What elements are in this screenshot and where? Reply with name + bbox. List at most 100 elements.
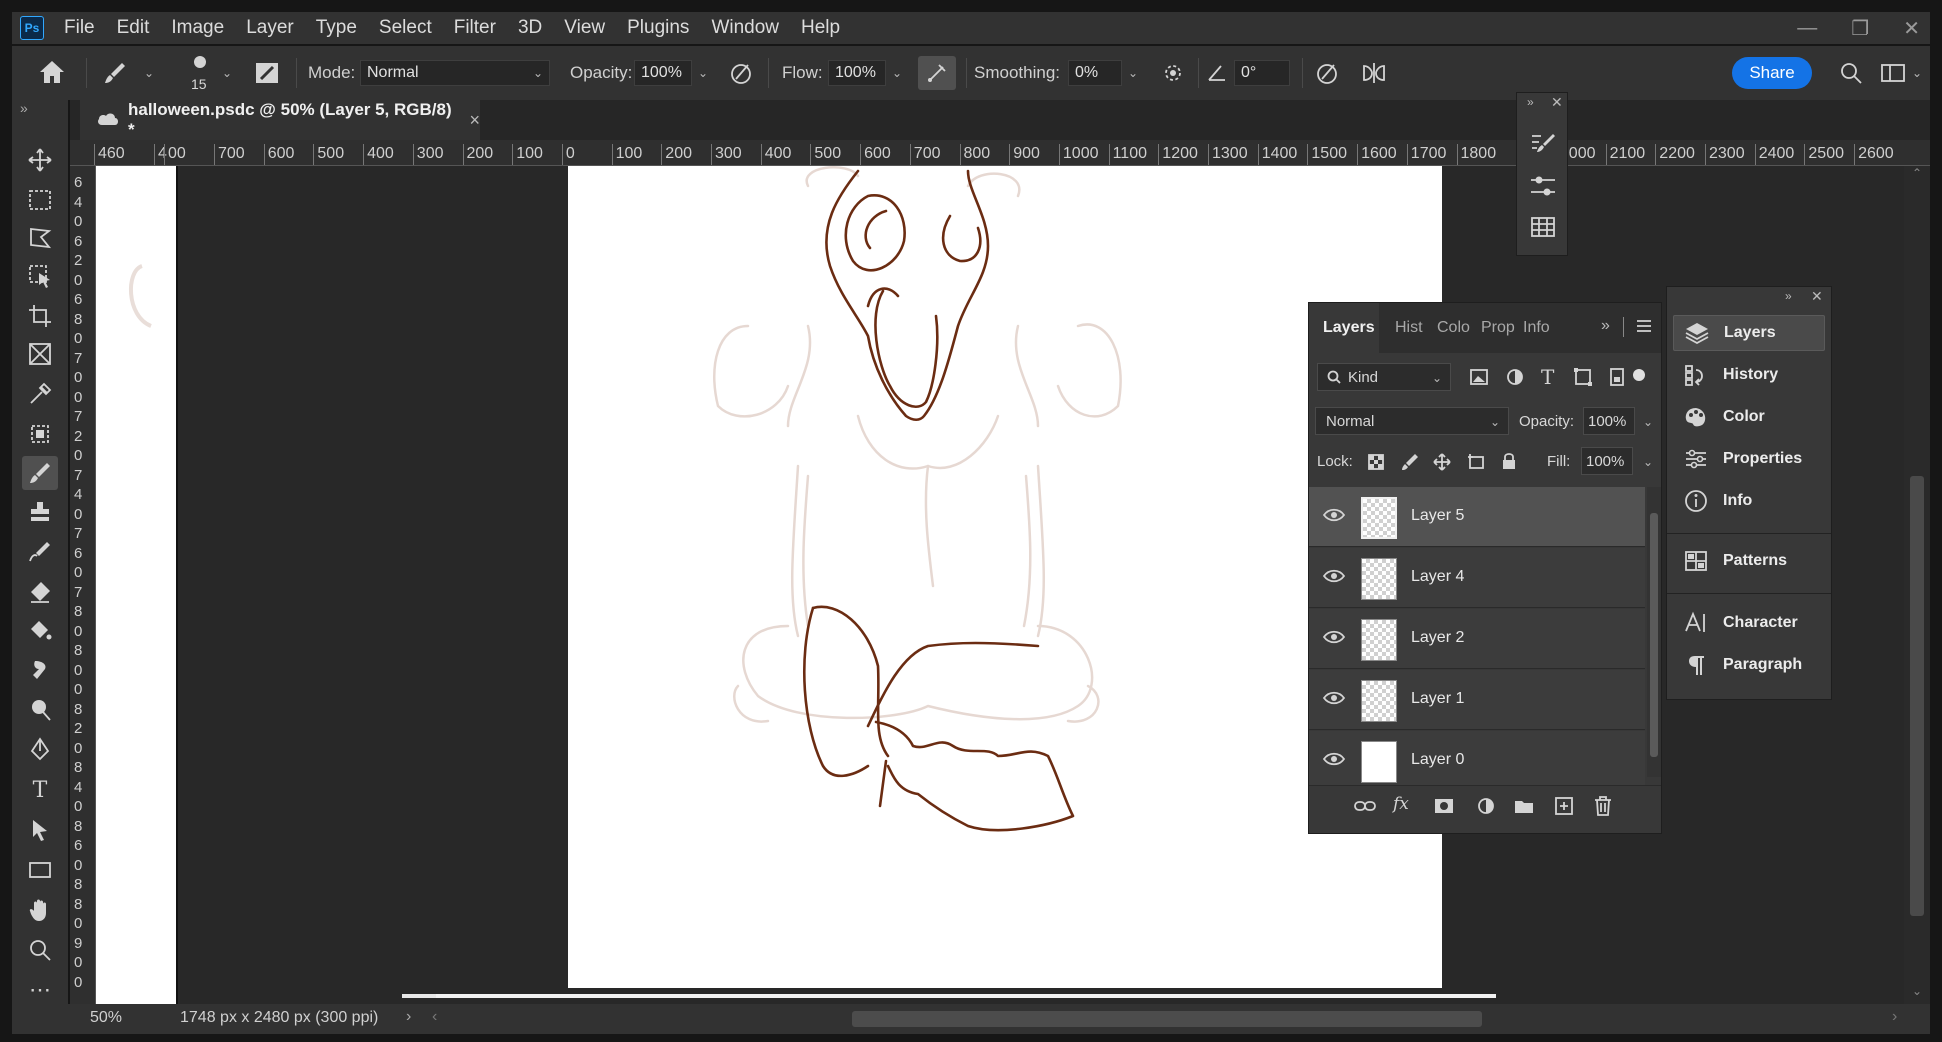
new-group-icon[interactable]	[1513, 796, 1535, 820]
pen-tool-icon[interactable]	[26, 736, 54, 764]
layer-opacity-input[interactable]: 100%	[1583, 407, 1635, 435]
brush-settings-panel-icon[interactable]	[1529, 131, 1557, 161]
link-layers-icon[interactable]	[1353, 796, 1377, 820]
search-icon[interactable]	[1838, 60, 1864, 90]
brush-tip-icon[interactable]	[192, 54, 208, 74]
chevron-down-icon[interactable]: ⌄	[892, 66, 902, 80]
paint-bucket-tool-icon[interactable]	[26, 616, 54, 644]
pressure-size-icon[interactable]	[1314, 60, 1340, 90]
airbrush-icon[interactable]	[918, 56, 956, 90]
panel-menu-icon[interactable]	[1635, 317, 1653, 339]
tab-history[interactable]: Hist	[1395, 319, 1423, 337]
visibility-eye-icon[interactable]	[1322, 507, 1346, 527]
workspace-icon[interactable]	[1880, 62, 1906, 88]
lock-artboard-icon[interactable]	[1467, 453, 1487, 475]
zoom-tool-icon[interactable]	[26, 936, 54, 964]
smudge-tool-icon[interactable]	[26, 656, 54, 684]
home-icon[interactable]	[38, 59, 66, 89]
menu-help[interactable]: Help	[801, 17, 840, 39]
scroll-down-icon[interactable]: ⌄	[1912, 984, 1922, 998]
dock-color[interactable]: Color	[1673, 399, 1825, 435]
filter-toggle-icon[interactable]	[1633, 369, 1645, 381]
gear-icon[interactable]	[1160, 60, 1186, 90]
dock-properties[interactable]: Properties	[1673, 441, 1825, 477]
scroll-left-icon[interactable]: ‹	[432, 1008, 437, 1026]
menu-edit[interactable]: Edit	[117, 17, 150, 39]
layers-scrollbar[interactable]	[1647, 487, 1661, 777]
chevron-down-icon[interactable]: ⌄	[1912, 66, 1922, 80]
dock-character[interactable]: Character	[1673, 605, 1825, 641]
status-arrow-icon[interactable]: ›	[406, 1008, 411, 1026]
chevron-down-icon[interactable]: ⌄	[222, 66, 232, 80]
symmetry-icon[interactable]	[1360, 60, 1388, 90]
menu-view[interactable]: View	[564, 17, 605, 39]
adjustments-panel-icon[interactable]	[1529, 173, 1557, 203]
delete-layer-icon[interactable]	[1593, 795, 1613, 821]
rectangle-tool-icon[interactable]	[26, 856, 54, 884]
crop-tool-icon[interactable]	[26, 302, 54, 330]
eyedropper-tool-icon[interactable]	[26, 380, 54, 408]
adjustment-layer-icon[interactable]	[1475, 796, 1497, 820]
menu-plugins[interactable]: Plugins	[627, 17, 689, 39]
dock-info[interactable]: Info	[1673, 483, 1825, 519]
layers-scroll-thumb[interactable]	[1650, 513, 1658, 757]
brush-settings-icon[interactable]	[254, 60, 280, 90]
lock-transparency-icon[interactable]	[1367, 453, 1385, 475]
horizontal-scroll-thumb[interactable]	[852, 1011, 1482, 1027]
vertical-scroll-thumb[interactable]	[1910, 476, 1924, 916]
expand-toolbar-icon[interactable]: »	[20, 100, 28, 116]
menu-window[interactable]: Window	[711, 17, 779, 39]
smart-object-filter-icon[interactable]	[1607, 367, 1627, 391]
brush-tool-icon[interactable]	[22, 456, 58, 490]
dock-history[interactable]: History	[1673, 357, 1825, 393]
history-brush-tool-icon[interactable]	[26, 538, 54, 566]
frame-tool-icon[interactable]	[26, 340, 54, 368]
dock-patterns[interactable]: Patterns	[1673, 543, 1825, 579]
dodge-tool-icon[interactable]	[26, 696, 54, 724]
visibility-eye-icon[interactable]	[1322, 690, 1346, 710]
collapse-panel-icon[interactable]: »	[1527, 95, 1534, 109]
visibility-eye-icon[interactable]	[1322, 751, 1346, 771]
lock-position-icon[interactable]	[1433, 453, 1451, 475]
pixel-filter-icon[interactable]	[1469, 367, 1489, 391]
layer-row[interactable]: Layer 1	[1309, 670, 1645, 730]
hand-tool-icon[interactable]	[26, 896, 54, 924]
layer-row[interactable]: Layer 2	[1309, 609, 1645, 669]
minimize-icon[interactable]: —	[1797, 17, 1817, 40]
close-dock-icon[interactable]: ✕	[1811, 288, 1823, 305]
flow-input[interactable]: 100%	[828, 60, 886, 86]
layer-mask-icon[interactable]	[1433, 796, 1455, 820]
opacity-input[interactable]: 100%	[634, 60, 692, 86]
chevron-down-icon[interactable]: ⌄	[698, 66, 708, 80]
smoothing-input[interactable]: 0%	[1068, 60, 1122, 86]
type-filter-icon[interactable]: T	[1541, 365, 1554, 389]
adjustment-filter-icon[interactable]	[1505, 367, 1525, 391]
tab-properties[interactable]: Prop	[1481, 319, 1515, 337]
layer-row[interactable]: Layer 4	[1309, 548, 1645, 608]
collapse-dock-icon[interactable]: »	[1785, 289, 1792, 303]
path-selection-tool-icon[interactable]	[26, 816, 54, 844]
chevron-down-icon[interactable]: ⌄	[144, 66, 154, 80]
scroll-right-icon[interactable]: ›	[1892, 1008, 1897, 1026]
scroll-up-icon[interactable]: ⌃	[1912, 166, 1922, 180]
lock-all-icon[interactable]	[1501, 452, 1517, 474]
layer-filter-select[interactable]: Kind ⌄	[1317, 363, 1451, 391]
clone-stamp-tool-icon[interactable]	[26, 498, 54, 526]
mode-select[interactable]: Normal ⌄	[360, 60, 550, 86]
type-tool-icon[interactable]: T	[26, 776, 54, 804]
menu-image[interactable]: Image	[171, 17, 224, 39]
zoom-level[interactable]: 50%	[90, 1009, 122, 1027]
menu-layer[interactable]: Layer	[246, 17, 294, 39]
eraser-tool-icon[interactable]	[26, 578, 54, 606]
close-panel-icon[interactable]: ✕	[1551, 94, 1563, 111]
menu-filter[interactable]: Filter	[454, 17, 496, 39]
vertical-scrollbar[interactable]: ⌃ ⌄	[1904, 166, 1930, 1004]
share-button[interactable]: Share	[1732, 57, 1812, 89]
marquee-tool-icon[interactable]	[26, 186, 54, 214]
dock-paragraph[interactable]: Paragraph	[1673, 647, 1825, 683]
lock-pixels-icon[interactable]	[1401, 453, 1419, 475]
close-tab-icon[interactable]: ×	[469, 110, 480, 131]
dock-layers[interactable]: Layers	[1673, 315, 1825, 351]
chevron-down-icon[interactable]: ⌄	[1128, 66, 1138, 80]
blend-mode-select[interactable]: Normal ⌄	[1315, 407, 1509, 435]
